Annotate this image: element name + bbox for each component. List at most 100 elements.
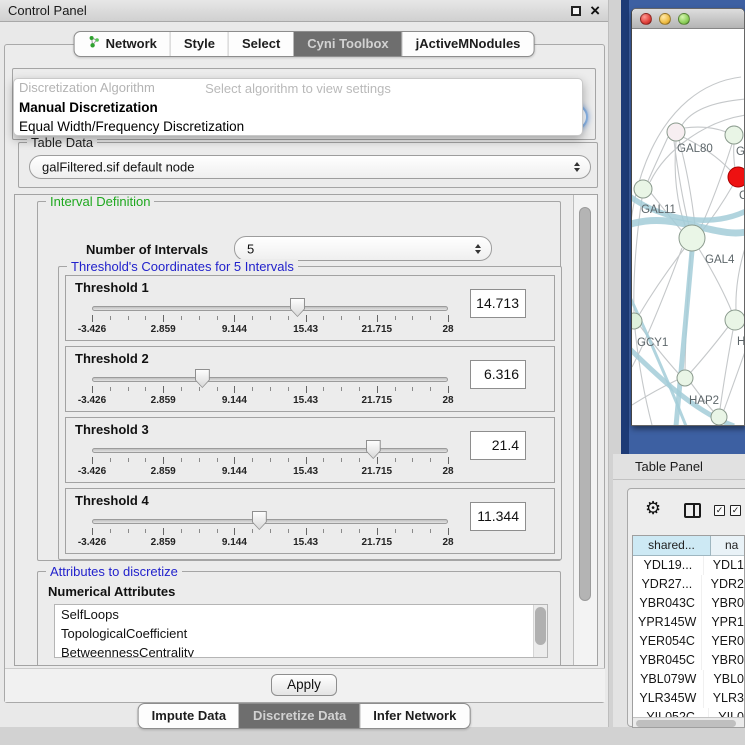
- attributes-scrollbar-thumb[interactable]: [535, 607, 546, 645]
- table-row[interactable]: YBR045CYBR0: [633, 651, 744, 670]
- gear-icon[interactable]: ⚙: [645, 498, 661, 518]
- cell-shared-name[interactable]: YDL19...: [633, 556, 704, 575]
- threshold-value-field[interactable]: 14.713: [470, 289, 526, 318]
- cell-shared-name[interactable]: YBL079W: [633, 670, 704, 689]
- cell-name[interactable]: YER0: [702, 632, 744, 651]
- network-node[interactable]: [728, 167, 744, 187]
- network-edge[interactable]: [724, 349, 744, 410]
- vertical-scrollbar-thumb[interactable]: [579, 207, 591, 601]
- slider-thumb[interactable]: [366, 440, 381, 459]
- network-node[interactable]: [677, 370, 693, 386]
- slider-track[interactable]: [92, 519, 448, 524]
- column-header-name[interactable]: na: [711, 536, 744, 556]
- tab-infer-network[interactable]: Infer Network: [359, 704, 469, 728]
- cell-name[interactable]: YBL0: [704, 670, 744, 689]
- threshold-value-field[interactable]: 6.316: [470, 360, 526, 389]
- cell-shared-name[interactable]: YBR045C: [633, 651, 702, 670]
- table-row[interactable]: YLR345WYLR3: [633, 689, 744, 708]
- numerical-attributes-label: Numerical Attributes: [48, 584, 175, 599]
- network-edge[interactable]: [736, 245, 744, 310]
- algorithm-option[interactable]: Manual Discretization: [14, 98, 582, 117]
- network-edge[interactable]: [632, 248, 682, 367]
- attributes-scrollbar[interactable]: [533, 605, 547, 657]
- zoom-traffic-light-icon[interactable]: [678, 13, 690, 25]
- slider-track[interactable]: [92, 377, 448, 382]
- network-node[interactable]: [725, 310, 744, 330]
- tab-select[interactable]: Select: [228, 32, 293, 56]
- cell-name[interactable]: YLR3: [704, 689, 744, 708]
- cell-shared-name[interactable]: YER054C: [633, 632, 702, 651]
- network-edge[interactable]: [639, 249, 684, 315]
- column-header-shared-name[interactable]: shared...: [633, 536, 711, 556]
- algorithm-option[interactable]: Equal Width/Frequency Discretization: [14, 117, 582, 136]
- table-row[interactable]: YPR145WYPR1: [633, 613, 744, 632]
- slider-tick-label: 9.144: [222, 466, 247, 477]
- network-edge[interactable]: [682, 99, 744, 125]
- close-icon[interactable]: ×: [590, 0, 600, 22]
- cell-name[interactable]: YDR2: [702, 575, 744, 594]
- slider-tick-label: -3.426: [78, 395, 106, 406]
- slider-tick: [252, 387, 253, 391]
- network-canvas[interactable]: GAL80GACGAL11GAL4GCY1HAHAP2: [632, 29, 744, 425]
- table-row[interactable]: YDL19...YDL1: [633, 556, 744, 575]
- cell-shared-name[interactable]: YBR043C: [633, 594, 702, 613]
- network-node[interactable]: [667, 123, 685, 141]
- cell-shared-name[interactable]: YDR27...: [633, 575, 702, 594]
- float-window-icon[interactable]: [571, 6, 581, 16]
- thresholds-group-title: Threshold's Coordinates for 5 Intervals: [67, 259, 298, 274]
- slider-thumb[interactable]: [195, 369, 210, 388]
- slider-track[interactable]: [92, 448, 448, 453]
- thresholds-group: Threshold's Coordinates for 5 Intervals …: [58, 266, 562, 560]
- horizontal-scrollbar[interactable]: [633, 717, 744, 728]
- tab-cyni-toolbox[interactable]: Cyni Toolbox: [293, 32, 401, 56]
- tab-jactivemnodules[interactable]: jActiveMNodules: [402, 32, 534, 56]
- cell-name[interactable]: YPR1: [702, 613, 744, 632]
- num-intervals-value: 5: [247, 241, 254, 256]
- tab-discretize-data[interactable]: Discretize Data: [239, 704, 359, 728]
- threshold-value-field[interactable]: 11.344: [470, 502, 526, 531]
- checkbox-icon[interactable]: ✓: [730, 505, 741, 516]
- slider-tick-label: 28: [442, 466, 453, 477]
- network-edge[interactable]: [734, 144, 735, 169]
- tab-style[interactable]: Style: [170, 32, 228, 56]
- network-edge[interactable]: [691, 327, 728, 372]
- slider-track[interactable]: [92, 306, 448, 311]
- table-data-combobox[interactable]: galFiltered.sif default node: [29, 155, 591, 179]
- num-intervals-combobox[interactable]: 5: [234, 236, 492, 261]
- cell-shared-name[interactable]: YPR145W: [633, 613, 702, 632]
- attribute-list-item[interactable]: BetweennessCentrality: [55, 643, 547, 658]
- table-row[interactable]: YBL079WYBL0: [633, 670, 744, 689]
- slider-tick: [92, 386, 93, 393]
- table-row[interactable]: YDR27...YDR2: [633, 575, 744, 594]
- cell-name[interactable]: YBR0: [702, 651, 744, 670]
- network-node[interactable]: [725, 126, 743, 144]
- threshold-value-field[interactable]: 21.4: [470, 431, 526, 460]
- network-edge[interactable]: [684, 127, 726, 132]
- slider-thumb[interactable]: [290, 298, 305, 317]
- tab-impute-data[interactable]: Impute Data: [139, 704, 239, 728]
- network-node[interactable]: [711, 409, 727, 425]
- attribute-list-item[interactable]: SelfLoops: [55, 605, 547, 624]
- network-node[interactable]: [679, 225, 705, 251]
- cell-name[interactable]: YBR0: [702, 594, 744, 613]
- table-data-group-title: Table Data: [27, 135, 97, 150]
- network-edge[interactable]: [720, 330, 733, 409]
- network-node-label: GCY1: [637, 337, 668, 349]
- network-node[interactable]: [634, 180, 652, 198]
- horizontal-scrollbar-thumb[interactable]: [636, 720, 736, 727]
- checkbox-icon[interactable]: ✓: [714, 505, 725, 516]
- cell-name[interactable]: YDL1: [704, 556, 744, 575]
- columns-icon[interactable]: [684, 503, 701, 518]
- network-window-titlebar[interactable]: [632, 9, 744, 29]
- slider-thumb[interactable]: [252, 511, 267, 530]
- tab-network[interactable]: Network: [75, 32, 170, 56]
- attribute-list-item[interactable]: TopologicalCoefficient: [55, 624, 547, 643]
- minimize-traffic-light-icon[interactable]: [659, 13, 671, 25]
- network-graph[interactable]: GAL80GACGAL11GAL4GCY1HAHAP2: [632, 29, 744, 425]
- table-row[interactable]: YBR043CYBR0: [633, 594, 744, 613]
- table-row[interactable]: YER054CYER0: [633, 632, 744, 651]
- cell-shared-name[interactable]: YLR345W: [633, 689, 704, 708]
- apply-button[interactable]: Apply: [271, 674, 337, 696]
- network-edge[interactable]: [702, 185, 733, 231]
- close-traffic-light-icon[interactable]: [640, 13, 652, 25]
